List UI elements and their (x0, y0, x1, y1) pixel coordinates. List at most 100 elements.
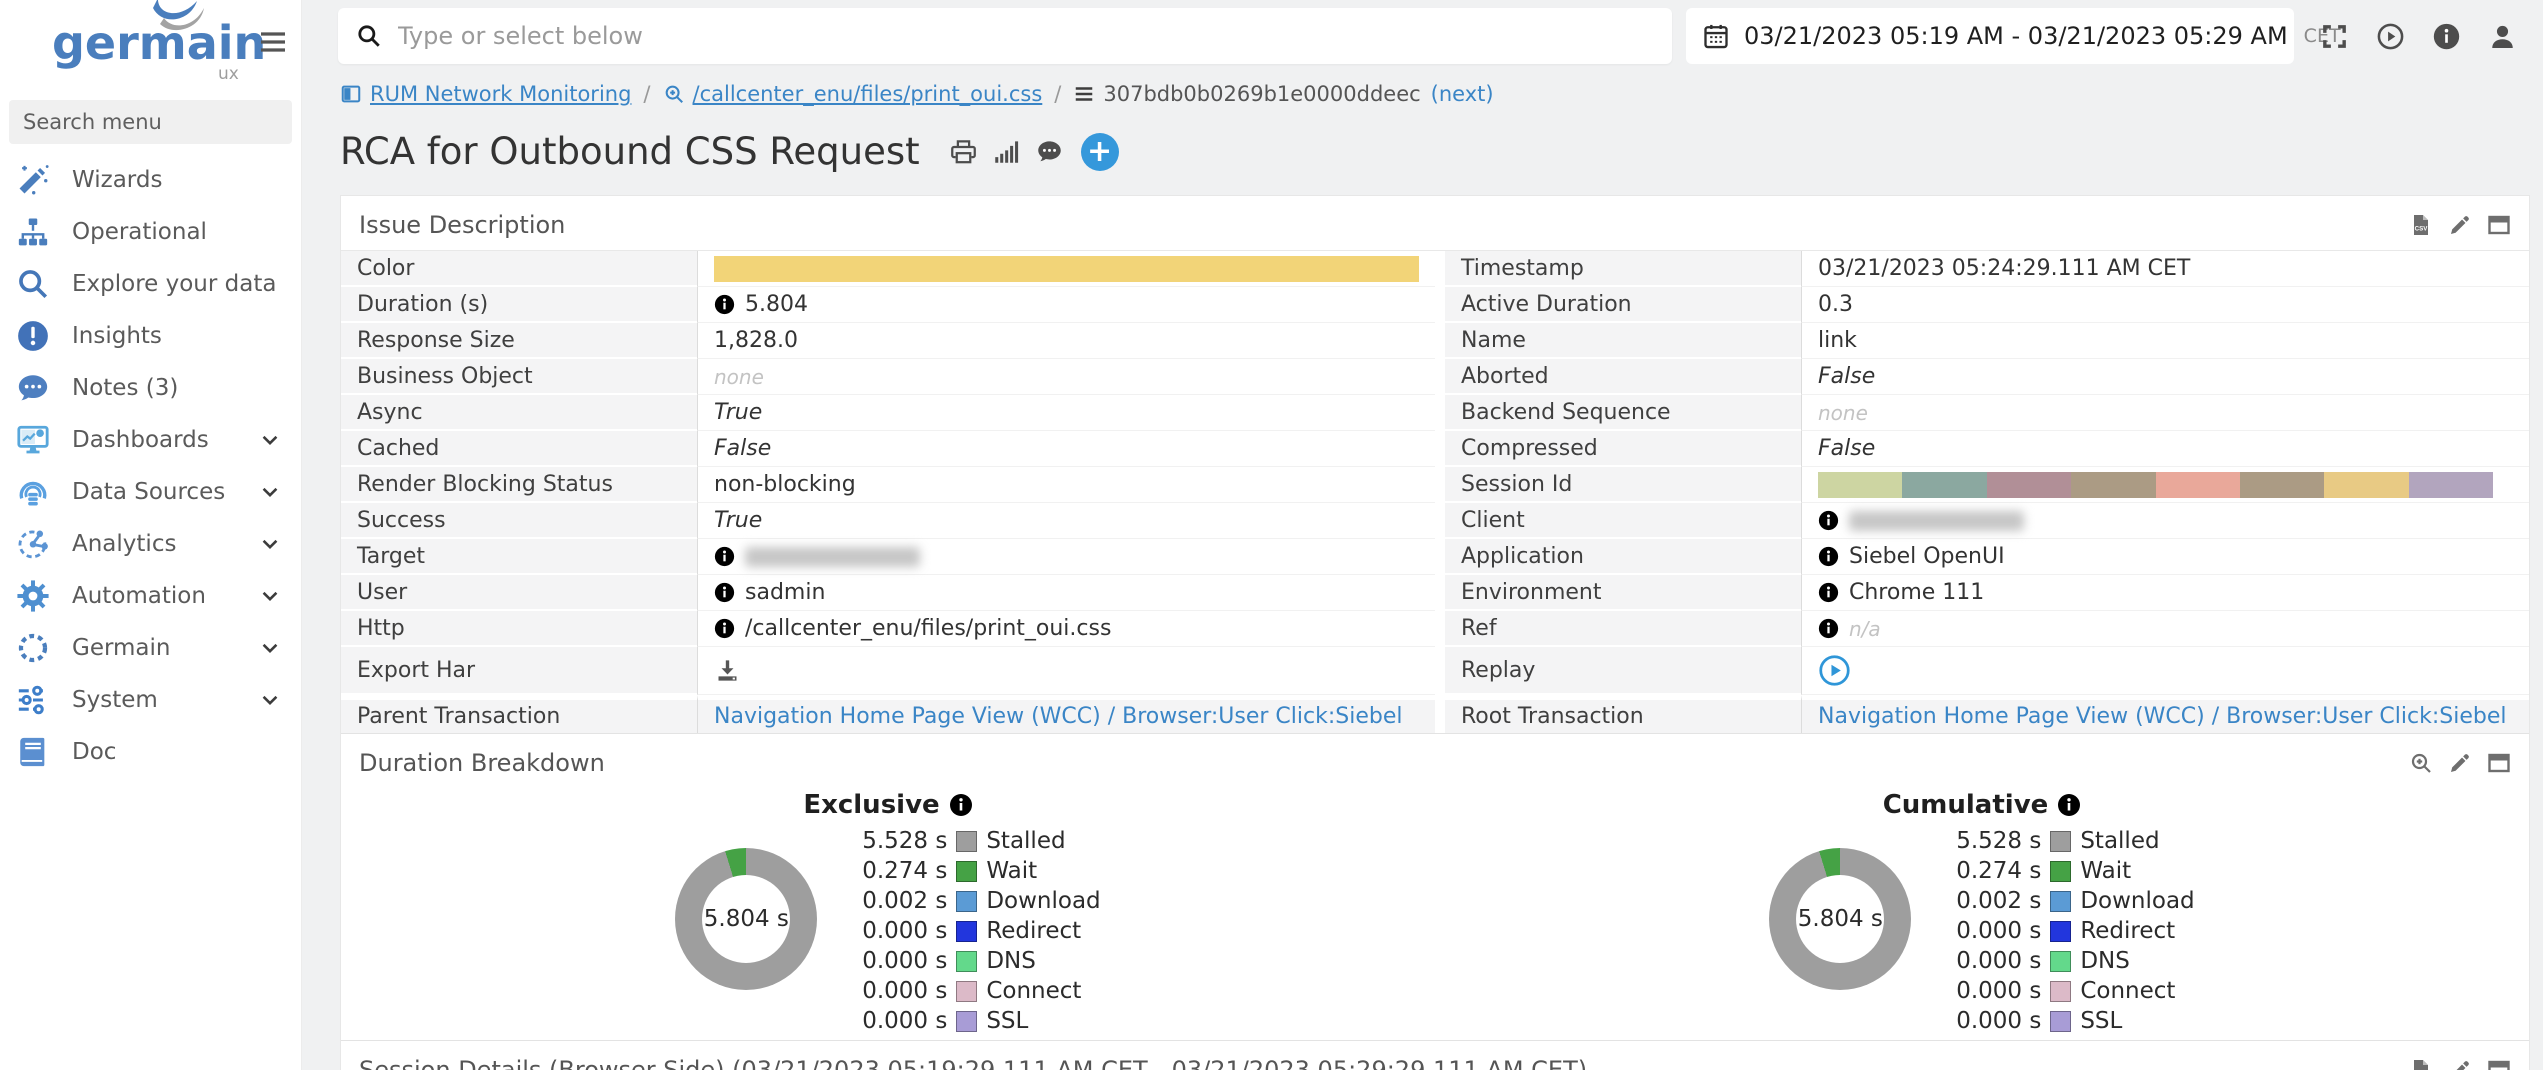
sidebar-item-label: Data Sources (72, 479, 259, 505)
edit-icon[interactable] (2448, 1058, 2472, 1070)
comment-bubble-icon[interactable] (1036, 138, 1063, 165)
user-icon[interactable] (2488, 22, 2517, 51)
global-search-input[interactable] (396, 21, 1654, 51)
legend-label: Stalled (2080, 828, 2159, 854)
logo[interactable]: germain ux (0, 0, 301, 92)
donut-chart-cumulative: Cumulative 5.804 s 5.528 s Stalled 0.274… (1435, 788, 2529, 1036)
field-value-http: /callcenter_enu/files/print_oui.css (697, 611, 1435, 647)
date-range-picker[interactable]: 03/21/2023 05:19 AM - 03/21/2023 05:29 A… (1686, 8, 2294, 64)
breadcrumb-link[interactable]: RUM Network Monitoring (370, 82, 631, 106)
breadcrumb-link[interactable]: /callcenter_enu/files/print_oui.css (693, 82, 1043, 106)
sidebar-item-insights[interactable]: Insights (0, 310, 301, 362)
field-value-root-transaction: Navigation Home Page View (WCC) / Browse… (1801, 695, 2529, 733)
info-icon[interactable] (714, 582, 735, 603)
sidebar-item-data-sources[interactable]: Data Sources (0, 466, 301, 518)
window-icon[interactable] (2487, 1058, 2511, 1070)
sidebar-item-label: Dashboards (72, 427, 259, 453)
download-icon[interactable] (714, 657, 741, 684)
logo-subtext: ux (218, 64, 239, 84)
info-icon[interactable] (1818, 546, 1839, 567)
info-icon[interactable] (714, 618, 735, 639)
fullscreen-icon[interactable] (2320, 22, 2349, 51)
chevron-down-icon (259, 533, 281, 555)
printer-icon[interactable] (950, 138, 977, 165)
zoom-in-icon[interactable] (2409, 751, 2433, 775)
edit-icon[interactable] (2448, 751, 2472, 775)
window-icon[interactable] (2487, 751, 2511, 775)
legend-value: 0.274 s (853, 858, 947, 884)
dashboard-icon (16, 423, 50, 457)
legend-item-download[interactable]: 0.002 s Download (1947, 886, 2194, 916)
info-icon[interactable] (2057, 793, 2081, 817)
sidebar-item-explore-your-data[interactable]: Explore your data (0, 258, 301, 310)
legend-swatch (2050, 921, 2071, 942)
field-label-parent-transaction: Parent Transaction (341, 695, 697, 733)
info-icon[interactable] (1818, 510, 1839, 531)
field-value-color (697, 251, 1435, 287)
duration-charts: Exclusive 5.804 s 5.528 s Stalled 0.274 … (341, 788, 2529, 1040)
info-circle-dark-icon[interactable] (2432, 22, 2461, 51)
issue-description-table: ColorDuration (s)5.804Response Size1,828… (341, 250, 2529, 733)
legend-item-stalled[interactable]: 5.528 s Stalled (1947, 826, 2194, 856)
donut-ring: 5.804 s (675, 848, 817, 990)
issue-table-left: ColorDuration (s)5.804Response Size1,828… (341, 251, 1435, 733)
add-button[interactable]: + (1081, 133, 1119, 171)
legend-value: 0.000 s (853, 1008, 947, 1034)
legend-item-dns[interactable]: 0.000 s DNS (853, 946, 1100, 976)
legend-item-dns[interactable]: 0.000 s DNS (1947, 946, 2194, 976)
legend-item-stalled[interactable]: 5.528 s Stalled (853, 826, 1100, 856)
sidebar-item-notes-3[interactable]: Notes (3) (0, 362, 301, 414)
sidebar-item-system[interactable]: System (0, 674, 301, 726)
replay-icon[interactable] (1818, 654, 1851, 687)
section-title-duration-breakdown: Duration Breakdown (359, 749, 605, 777)
csv-export-icon[interactable]: CSV (2409, 1058, 2433, 1070)
hamburger-menu-icon[interactable] (257, 26, 289, 58)
window-icon[interactable] (2487, 213, 2511, 237)
legend-label: Connect (2080, 978, 2175, 1004)
legend-item-redirect[interactable]: 0.000 s Redirect (853, 916, 1100, 946)
info-icon[interactable] (1818, 582, 1839, 603)
info-icon[interactable] (714, 546, 735, 567)
transaction-link[interactable]: Navigation Home Page View (WCC) / Browse… (1818, 704, 2506, 729)
sidebar-item-analytics[interactable]: Analytics (0, 518, 301, 570)
sidebar-item-label: Doc (72, 739, 281, 765)
field-value-response-size: 1,828.0 (697, 323, 1435, 359)
info-icon[interactable] (714, 294, 735, 315)
info-icon[interactable] (1818, 618, 1839, 639)
edit-icon[interactable] (2448, 213, 2472, 237)
sidebar-item-wizards[interactable]: Wizards (0, 154, 301, 206)
signal-bars-icon[interactable] (993, 138, 1020, 165)
chart-title: Cumulative (1883, 790, 2049, 820)
comment-icon (16, 371, 50, 405)
breadcrumb-item-callcenter-enu-files-print-oui-css: /callcenter_enu/files/print_oui.css (663, 82, 1043, 106)
field-value-ref: n/a (1801, 611, 2529, 647)
legend-item-connect[interactable]: 0.000 s Connect (1947, 976, 2194, 1006)
legend-item-ssl[interactable]: 0.000 s SSL (853, 1006, 1100, 1036)
section-title-issue-description: Issue Description (359, 211, 565, 239)
legend-item-ssl[interactable]: 0.000 s SSL (1947, 1006, 2194, 1036)
sidebar-item-doc[interactable]: Doc (0, 726, 301, 778)
info-icon[interactable] (949, 793, 973, 817)
legend-item-wait[interactable]: 0.274 s Wait (1947, 856, 2194, 886)
breadcrumb-next-link[interactable]: (next) (1431, 82, 1494, 106)
legend-value: 5.528 s (853, 828, 947, 854)
sidebar-search-input[interactable] (9, 100, 292, 144)
legend-item-redirect[interactable]: 0.000 s Redirect (1947, 916, 2194, 946)
legend-item-connect[interactable]: 0.000 s Connect (853, 976, 1100, 1006)
field-value-async: True (697, 395, 1435, 431)
legend-item-wait[interactable]: 0.274 s Wait (853, 856, 1100, 886)
legend-label: Wait (2080, 858, 2131, 884)
transaction-link[interactable]: Navigation Home Page View (WCC) / Browse… (714, 704, 1402, 729)
field-text: True (714, 508, 762, 533)
sidebar-item-operational[interactable]: Operational (0, 206, 301, 258)
csv-export-icon[interactable]: CSV (2409, 213, 2433, 237)
content-panel: Issue Description CSV ColorDuration (s)5… (340, 195, 2530, 1070)
global-search[interactable] (338, 8, 1672, 64)
sidebar-item-automation[interactable]: Automation (0, 570, 301, 622)
date-range-value: 03/21/2023 05:19 AM - 03/21/2023 05:29 A… (1744, 22, 2288, 50)
sidebar-item-dashboards[interactable]: Dashboards (0, 414, 301, 466)
sidebar-item-germain[interactable]: Germain (0, 622, 301, 674)
play-circle-icon[interactable] (2376, 22, 2405, 51)
field-label-environment: Environment (1445, 575, 1801, 611)
legend-item-download[interactable]: 0.002 s Download (853, 886, 1100, 916)
